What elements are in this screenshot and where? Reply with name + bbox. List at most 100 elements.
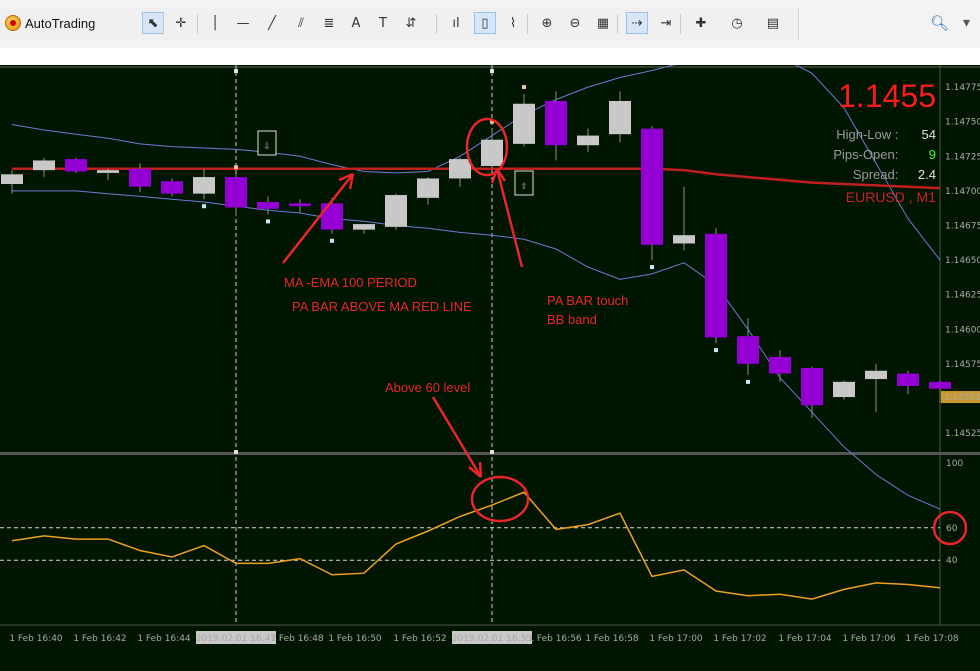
periods-icon[interactable]: ◷ — [726, 12, 748, 34]
bullish-candle — [353, 224, 375, 230]
price-axis-label: 1.14725 — [945, 152, 980, 162]
fractal-down-marker — [714, 348, 718, 353]
bullish-candle — [1, 174, 23, 184]
tile-windows-icon[interactable]: ▦ — [592, 12, 614, 34]
osc-axis-label: 60 — [946, 524, 958, 534]
time-axis-label: 1 Feb 16:56 — [528, 634, 582, 644]
price-axis-label: 1.14575 — [945, 360, 980, 370]
price-axis-label: 1.14625 — [945, 291, 980, 301]
vertical-line-handle — [490, 69, 494, 73]
time-axis-label: 1 Feb 16:42 — [73, 634, 126, 644]
annotation-ma-text-2: PA BAR ABOVE MA RED LINE — [292, 299, 472, 314]
vertical-line-handle — [234, 450, 238, 454]
bearish-candle — [161, 181, 183, 194]
autotrading-button[interactable]: AutoTrading — [5, 13, 95, 33]
cursor-icon[interactable]: ⬉ — [142, 12, 164, 34]
chart-shift-icon[interactable]: ⇥ — [655, 12, 677, 34]
toolbar-separator — [436, 14, 437, 34]
line-chart-icon[interactable]: ⌇ — [502, 12, 524, 34]
bullish-candle — [609, 100, 631, 135]
oscillator-line — [11, 491, 941, 600]
time-axis-label: 1 Feb 16:48 — [270, 634, 324, 644]
time-axis-label: 1 Feb 17:08 — [905, 634, 959, 644]
annotation-ma-text-1: MA -EMA 100 PERIOD — [284, 275, 417, 290]
crosshair-icon[interactable]: ✛ — [170, 12, 192, 34]
symbol-timeframe: EURUSD , M1 — [845, 189, 936, 205]
bearish-candle — [65, 159, 87, 172]
toolbar-separator — [163, 14, 164, 34]
pips-open-label: Pips-Open: — [833, 147, 899, 162]
time-axis-label: 2019.02.01 16:47 — [196, 634, 276, 644]
time-axis-label: 1 Feb 16:52 — [393, 634, 446, 644]
bullish-candle — [481, 139, 503, 166]
templates-icon[interactable]: ▤ — [762, 12, 784, 34]
vertical-line-icon[interactable]: │ — [204, 12, 226, 34]
pips-open-value: 9 — [928, 147, 936, 162]
price-axis-label: 1.14650 — [945, 256, 980, 266]
time-axis-label: 1 Feb 16:58 — [585, 634, 639, 644]
fractal-down-marker — [202, 204, 206, 209]
osc-axis-label: 40 — [946, 556, 958, 566]
bullish-candle — [385, 195, 407, 227]
candlestick-icon[interactable]: ▯ — [474, 12, 496, 34]
bearish-candle — [289, 203, 311, 207]
bullish-candle — [577, 135, 599, 146]
time-axis-label: 1 Feb 17:06 — [842, 634, 896, 644]
fractal-down-marker — [650, 265, 654, 270]
price-axis-label: 1.14525 — [945, 429, 980, 439]
toolbar: AutoTrading ⬉ ✛ │ — ╱ ⫽ ≣ A T ⇵ ıl ▯ ⌇ ⊕ ⊖ ▦ ⇢ ⇥ ✚ ◷ ▤ 🔍︎ ▾ — [0, 0, 980, 48]
bullish-candle — [193, 177, 215, 194]
fractal-up-marker — [234, 165, 238, 170]
search-icon[interactable]: 🔍︎ — [930, 14, 949, 32]
price-axis-label: 1.14600 — [945, 325, 980, 335]
toolbar-overflow-icon[interactable]: ▾ — [963, 14, 970, 31]
zoom-in-icon[interactable]: ⊕ — [536, 12, 558, 34]
text-label-icon[interactable]: T — [372, 12, 394, 34]
high-low-row: High-Low : 54 — [836, 127, 936, 142]
fractal-down-marker — [330, 238, 334, 243]
fibonacci-icon[interactable]: ≣ — [318, 12, 340, 34]
sell-arrow-signal: ⇩ — [263, 142, 271, 152]
time-axis-label: 1 Feb 16:44 — [137, 634, 191, 644]
bearish-candle — [801, 367, 823, 406]
bar-chart-icon[interactable]: ıl — [445, 12, 467, 34]
spread-value: 2.4 — [917, 167, 936, 182]
time-axis-label: 1 Feb 16:50 — [328, 634, 382, 644]
bearish-candle — [705, 233, 727, 338]
bullish-candle — [513, 103, 535, 144]
spread-row: Spread: 2.4 — [853, 167, 936, 182]
bearish-candle — [641, 128, 663, 245]
bearish-candle — [929, 381, 951, 389]
osc-axis-label: 100 — [946, 459, 963, 469]
equidistant-channel-icon[interactable]: ⫽ — [290, 12, 312, 34]
time-axis-label: 2019.02.01 16:55 — [452, 634, 532, 644]
chart-window[interactable]: 1.14775 1.14750 1.14725 1.14700 1.14675 1.146… — [0, 65, 980, 671]
autoscroll-icon[interactable]: ⇢ — [626, 12, 648, 34]
arrows-icon[interactable]: ⇵ — [400, 12, 422, 34]
fractal-down-marker — [266, 219, 270, 224]
bearish-candle — [737, 336, 759, 364]
pips-open-row: Pips-Open: 9 — [833, 147, 936, 162]
bollinger-lower-band — [12, 190, 941, 510]
indicators-icon[interactable]: ✚ — [690, 12, 712, 34]
autotrading-icon — [5, 15, 21, 31]
text-icon[interactable]: A — [345, 12, 367, 34]
bullish-candle — [449, 159, 471, 179]
horizontal-line-icon[interactable]: — — [232, 12, 254, 34]
toolbar-separator — [617, 14, 618, 34]
high-low-label: High-Low : — [836, 127, 899, 142]
trendline-icon[interactable]: ╱ — [261, 12, 283, 34]
bullish-candle — [833, 381, 855, 398]
bearish-candle — [897, 373, 919, 386]
buy-arrow-signal: ⇧ — [520, 182, 528, 192]
vertical-line-handle — [490, 450, 494, 454]
high-low-value: 54 — [921, 127, 936, 142]
zoom-out-icon[interactable]: ⊖ — [564, 12, 586, 34]
bollinger-upper-band — [11, 65, 941, 261]
time-axis-label: 1 Feb 17:02 — [713, 634, 766, 644]
annotation-bb-text-2: BB band — [547, 312, 597, 327]
price-axis-label: 1.14775 — [945, 83, 980, 93]
fractal-down-marker — [746, 379, 750, 384]
price-axis-label: 1.14675 — [945, 221, 980, 231]
annotation-arrow-level — [431, 396, 483, 478]
